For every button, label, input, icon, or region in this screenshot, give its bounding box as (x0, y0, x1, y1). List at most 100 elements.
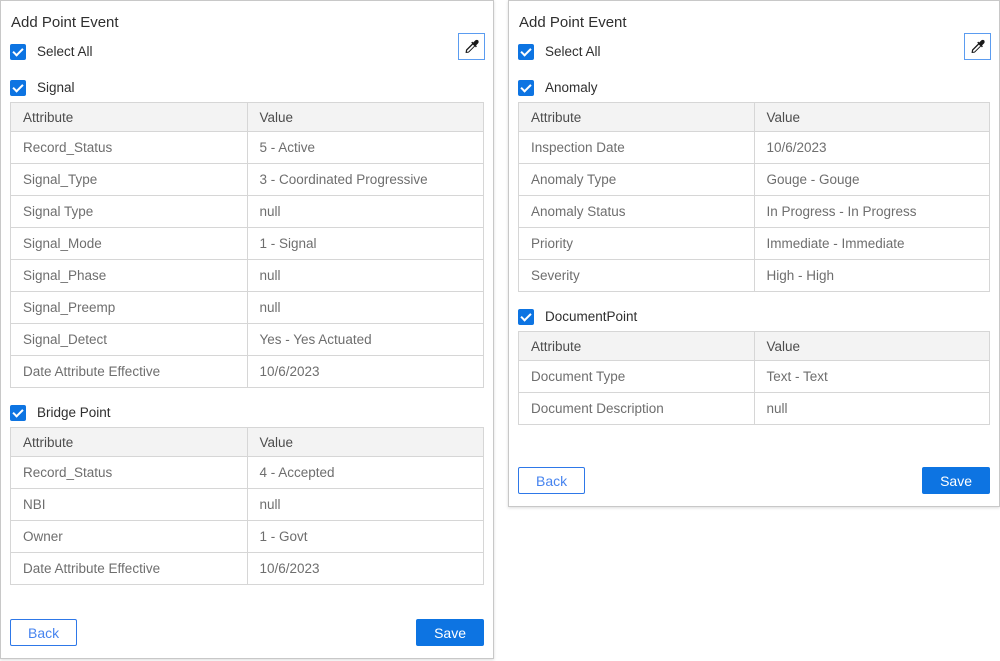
section-checkbox[interactable] (10, 80, 26, 96)
table-header-row: Attribute Value (519, 103, 990, 132)
back-button[interactable]: Back (10, 619, 77, 646)
section-label: Bridge Point (37, 405, 111, 420)
attribute-cell: Signal_Preemp (11, 292, 248, 324)
table-row: Inspection Date 10/6/2023 (519, 132, 990, 164)
attribute-cell: Signal_Detect (11, 324, 248, 356)
attribute-cell: Signal_Type (11, 164, 248, 196)
select-all-label: Select All (545, 44, 601, 59)
attribute-cell: Owner (11, 521, 248, 553)
value-column-header: Value (754, 332, 990, 361)
value-cell: Yes - Yes Actuated (247, 324, 484, 356)
section-document-point: DocumentPoint Attribute Value Document T… (518, 292, 990, 425)
table-row: Document Description null (519, 393, 990, 425)
value-cell: 3 - Coordinated Progressive (247, 164, 484, 196)
eyedropper-icon (464, 39, 480, 55)
section-checkbox[interactable] (10, 405, 26, 421)
eyedropper-button[interactable] (964, 33, 991, 60)
value-column-header: Value (754, 103, 990, 132)
attribute-column-header: Attribute (519, 103, 755, 132)
table-header-row: Attribute Value (519, 332, 990, 361)
table-row: Signal_Preemp null (11, 292, 484, 324)
table-row: Date Attribute Effective 10/6/2023 (11, 356, 484, 388)
attribute-cell: Document Type (519, 361, 755, 393)
table-row: Owner 1 - Govt (11, 521, 484, 553)
save-button[interactable]: Save (416, 619, 484, 646)
value-cell: null (247, 292, 484, 324)
attribute-cell: Inspection Date (519, 132, 755, 164)
attribute-table: Attribute Value Document Type Text - Tex… (518, 331, 990, 425)
attribute-cell: Date Attribute Effective (11, 356, 248, 388)
table-header-row: Attribute Value (11, 428, 484, 457)
value-cell: 1 - Signal (247, 228, 484, 260)
value-cell: Gouge - Gouge (754, 164, 990, 196)
add-point-event-panel-left: Add Point Event Select All Signal Attrib… (0, 0, 494, 659)
attribute-cell: Signal_Phase (11, 260, 248, 292)
select-all-checkbox[interactable] (10, 44, 26, 60)
section-checkbox-row[interactable]: Bridge Point (10, 404, 484, 421)
eyedropper-button[interactable] (458, 33, 485, 60)
attribute-column-header: Attribute (11, 103, 248, 132)
page-title: Add Point Event (519, 13, 989, 33)
attribute-table: Attribute Value Inspection Date 10/6/202… (518, 102, 990, 292)
attribute-cell: Document Description (519, 393, 755, 425)
section-checkbox-row[interactable]: DocumentPoint (518, 308, 990, 325)
save-button[interactable]: Save (922, 467, 990, 494)
table-row: Priority Immediate - Immediate (519, 228, 990, 260)
value-cell: 10/6/2023 (247, 553, 484, 585)
attribute-cell: Signal_Mode (11, 228, 248, 260)
table-row: Record_Status 4 - Accepted (11, 457, 484, 489)
section-label: DocumentPoint (545, 309, 637, 324)
select-all-row[interactable]: Select All (518, 43, 990, 60)
value-column-header: Value (247, 103, 484, 132)
attribute-cell: Date Attribute Effective (11, 553, 248, 585)
add-point-event-panel-right: Add Point Event Select All Anomaly Attri… (508, 0, 1000, 507)
value-cell: 10/6/2023 (754, 132, 990, 164)
section-checkbox-row[interactable]: Signal (10, 79, 484, 96)
attribute-cell: Record_Status (11, 457, 248, 489)
value-cell: null (247, 489, 484, 521)
attribute-cell: Severity (519, 260, 755, 292)
value-cell: 1 - Govt (247, 521, 484, 553)
select-all-label: Select All (37, 44, 93, 59)
section-checkbox[interactable] (518, 309, 534, 325)
table-row: Document Type Text - Text (519, 361, 990, 393)
table-row: Signal_Detect Yes - Yes Actuated (11, 324, 484, 356)
panel-footer: Back Save (518, 467, 990, 494)
table-row: Anomaly Type Gouge - Gouge (519, 164, 990, 196)
table-row: Signal_Mode 1 - Signal (11, 228, 484, 260)
attribute-column-header: Attribute (11, 428, 248, 457)
attribute-table: Attribute Value Record_Status 5 - Active… (10, 102, 484, 388)
table-row: Anomaly Status In Progress - In Progress (519, 196, 990, 228)
section-checkbox[interactable] (518, 80, 534, 96)
table-row: Record_Status 5 - Active (11, 132, 484, 164)
value-cell: null (247, 196, 484, 228)
attribute-cell: Anomaly Type (519, 164, 755, 196)
value-cell: 5 - Active (247, 132, 484, 164)
section-checkbox-row[interactable]: Anomaly (518, 79, 990, 96)
table-header-row: Attribute Value (11, 103, 484, 132)
section-label: Anomaly (545, 80, 598, 95)
table-row: NBI null (11, 489, 484, 521)
table-row: Signal_Phase null (11, 260, 484, 292)
value-cell: In Progress - In Progress (754, 196, 990, 228)
table-row: Signal Type null (11, 196, 484, 228)
value-cell: 4 - Accepted (247, 457, 484, 489)
value-cell: Immediate - Immediate (754, 228, 990, 260)
eyedropper-icon (970, 39, 986, 55)
attribute-cell: Signal Type (11, 196, 248, 228)
value-cell: High - High (754, 260, 990, 292)
section-anomaly: Anomaly Attribute Value Inspection Date … (518, 60, 990, 292)
value-cell: 10/6/2023 (247, 356, 484, 388)
section-label: Signal (37, 80, 75, 95)
attribute-cell: Record_Status (11, 132, 248, 164)
value-cell: Text - Text (754, 361, 990, 393)
page-title: Add Point Event (11, 13, 483, 33)
select-all-row[interactable]: Select All (10, 43, 484, 60)
back-button[interactable]: Back (518, 467, 585, 494)
value-cell: null (247, 260, 484, 292)
section-bridge-point: Bridge Point Attribute Value Record_Stat… (10, 388, 484, 585)
table-row: Date Attribute Effective 10/6/2023 (11, 553, 484, 585)
attribute-table: Attribute Value Record_Status 4 - Accept… (10, 427, 484, 585)
panel-footer: Back Save (10, 619, 484, 646)
select-all-checkbox[interactable] (518, 44, 534, 60)
